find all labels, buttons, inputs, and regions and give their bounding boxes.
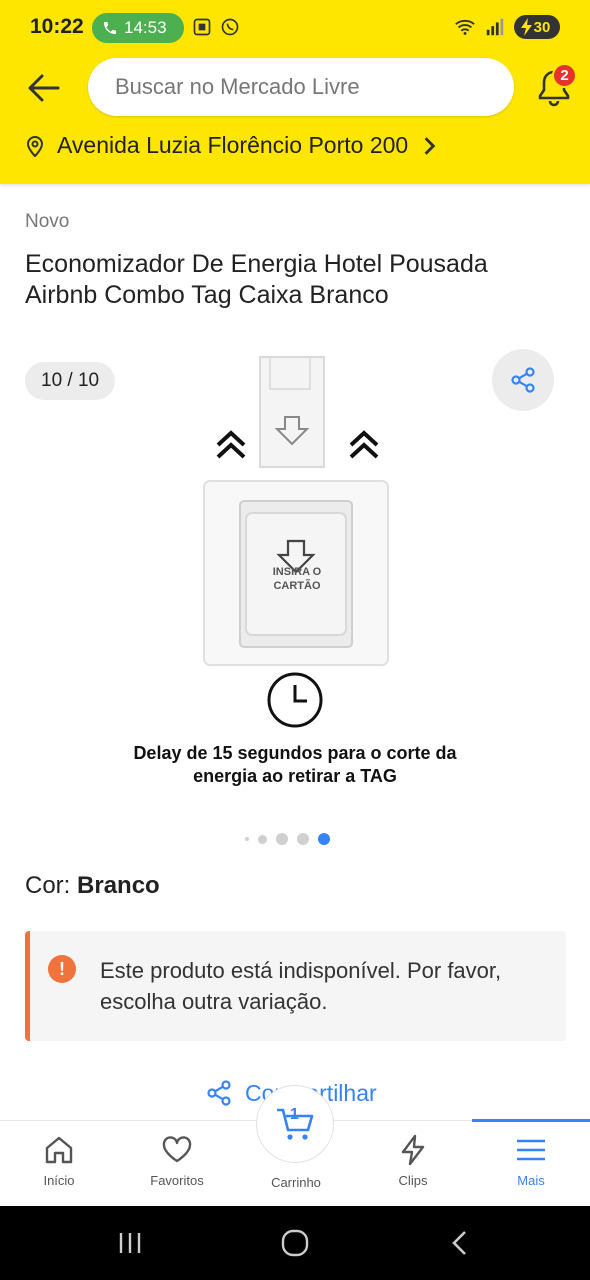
share-icon (511, 367, 535, 393)
nav-favorites[interactable]: Favoritos (118, 1121, 236, 1207)
nav-more[interactable]: Mais (472, 1119, 590, 1207)
nav-cart-label: Carrinho (271, 1175, 321, 1190)
system-navigation-bar (0, 1206, 590, 1280)
recent-apps-icon[interactable] (115, 1228, 145, 1258)
nav-clips-label: Clips (398, 1173, 428, 1188)
pagination-dot (258, 834, 267, 844)
pagination-dot (276, 833, 288, 845)
charging-icon (521, 18, 532, 36)
screenshot-icon (193, 18, 211, 36)
product-gallery[interactable]: 10 / 10 INSIRA O CARTÃO Delay de 15 segu… (0, 340, 590, 860)
delivery-address[interactable]: Avenida Luzia Florêncio Porto 200 (25, 132, 440, 159)
color-value: Branco (77, 872, 160, 899)
bolt-icon (401, 1134, 425, 1166)
nav-clips[interactable]: Clips (354, 1121, 472, 1207)
home-icon (45, 1136, 73, 1164)
system-icons: 30 (454, 15, 560, 39)
back-button[interactable] (20, 64, 68, 112)
nav-home[interactable]: Início (0, 1121, 118, 1207)
battery-indicator: 30 (514, 15, 560, 39)
ongoing-call-pill[interactable]: 14:53 (92, 13, 184, 43)
color-variation: Cor: Branco (25, 872, 160, 900)
unavailable-alert: ! Este produto está indisponível. Por fa… (25, 931, 566, 1041)
back-arrow-icon (28, 74, 60, 102)
chevron-right-icon (424, 136, 436, 155)
nav-home-label: Início (43, 1173, 75, 1188)
whatsapp-icon (221, 18, 239, 36)
status-time: 10:22 (30, 15, 84, 38)
home-button-icon[interactable] (280, 1228, 310, 1258)
pagination-dot-active (318, 833, 330, 845)
back-nav-icon[interactable] (446, 1228, 476, 1258)
image-counter: 10 / 10 (25, 362, 116, 400)
gallery-pagination (245, 833, 330, 845)
image-caption: Delay de 15 segundos para o corte da ene… (133, 743, 457, 786)
share-icon (207, 1080, 231, 1106)
app-header: 10:22 14:53 30 2 Avenida Luzia Florêncio… (0, 0, 590, 184)
image-card-label: INSIRA O CARTÃO (272, 566, 322, 592)
notification-badge: 2 (552, 63, 577, 88)
phone-icon (104, 22, 116, 34)
notification-icons (192, 17, 240, 37)
warning-icon: ! (48, 955, 76, 983)
wifi-icon (455, 19, 475, 35)
cart-button[interactable]: 1 (256, 1085, 334, 1163)
battery-level: 30 (533, 18, 551, 36)
nav-more-label: Mais (517, 1173, 545, 1188)
call-duration: 14:53 (124, 18, 167, 37)
product-title: Economizador De Energia Hotel Pousada Ai… (25, 250, 488, 309)
address-text: Avenida Luzia Florêncio Porto 200 (57, 132, 409, 158)
status-bar: 10:22 14:53 30 (0, 0, 590, 56)
nav-favorites-label: Favoritos (150, 1173, 204, 1188)
color-label: Cor: (25, 872, 71, 899)
signal-icon (486, 18, 504, 36)
search-bar[interactable] (88, 58, 514, 116)
cart-count: 1 (290, 1106, 299, 1123)
product-condition: Novo (25, 211, 70, 232)
search-input[interactable] (115, 74, 514, 100)
menu-icon (517, 1139, 545, 1161)
heart-icon (162, 1136, 192, 1163)
pagination-dot (245, 837, 249, 841)
share-button[interactable] (492, 349, 554, 411)
pagination-dot (297, 833, 309, 845)
alert-message: Este produto está indisponível. Por favo… (100, 958, 502, 1014)
location-pin-icon (26, 135, 44, 157)
